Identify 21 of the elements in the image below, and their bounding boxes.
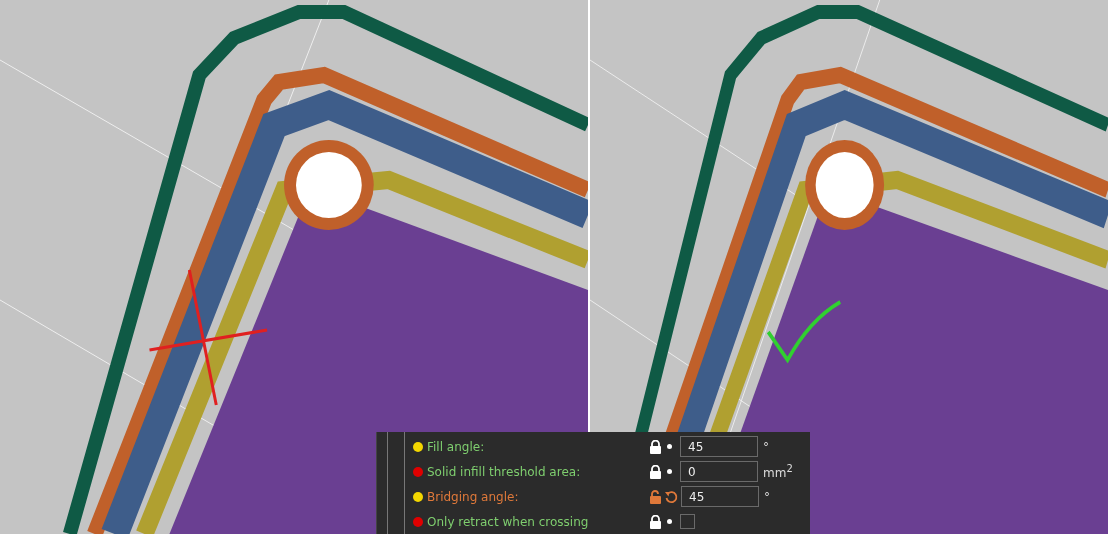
input-field[interactable]: 0 <box>680 461 758 482</box>
input-field[interactable]: 45 <box>680 436 758 457</box>
checkbox[interactable] <box>680 514 695 529</box>
unit-label: ° <box>763 439 769 454</box>
setting-label: Bridging angle: <box>427 489 520 504</box>
setting-label: Fill angle: <box>427 439 486 454</box>
unit-label: ° <box>764 489 770 504</box>
lock-icon[interactable] <box>649 439 662 454</box>
setting-label: Only retract when crossing <box>427 514 590 529</box>
unlocked-lock-icon[interactable] <box>649 489 662 504</box>
unit-label: mm$^{2}$ <box>763 463 793 480</box>
dot-icon <box>667 444 672 449</box>
lock-icon[interactable] <box>649 514 662 529</box>
dot-icon <box>667 519 672 524</box>
dot-icon <box>667 469 672 474</box>
input-field[interactable]: 45 <box>681 486 759 507</box>
lock-icon[interactable] <box>649 464 662 479</box>
reset-icon[interactable] <box>664 489 678 504</box>
cross-mark-icon <box>148 268 269 407</box>
check-mark-icon <box>766 300 842 362</box>
setting-label: Solid infill threshold area: <box>427 464 582 479</box>
